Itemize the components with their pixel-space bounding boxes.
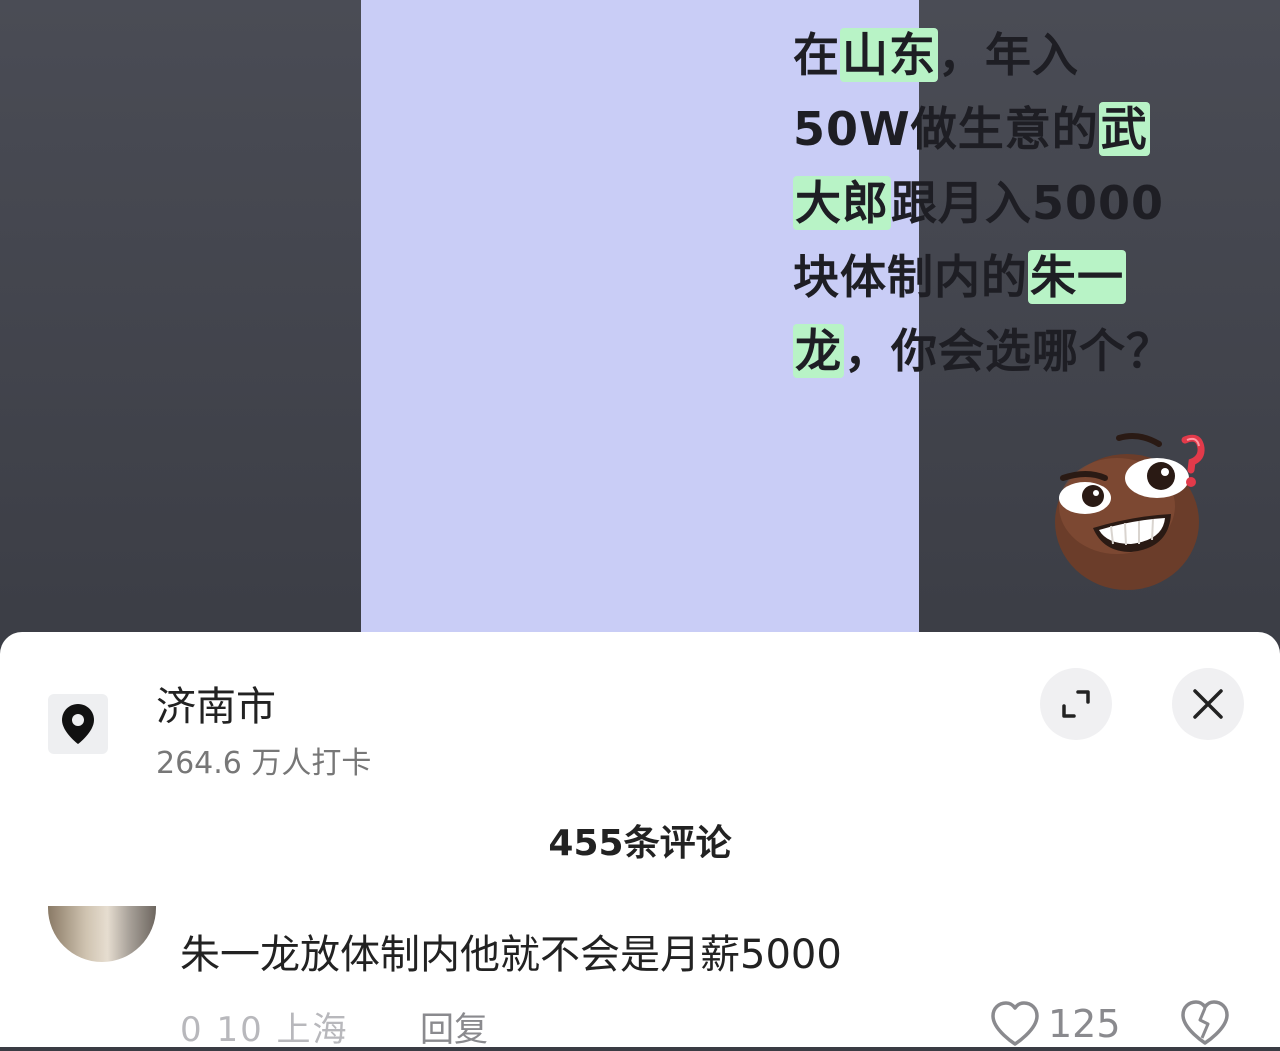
headline-line: 块体制内的朱一 — [793, 240, 1213, 314]
headline-text: 在 — [793, 28, 840, 82]
close-button[interactable] — [1172, 668, 1244, 740]
dislike-button[interactable] — [1180, 1000, 1230, 1050]
location-checkins: 264.6 万人打卡 — [156, 746, 372, 781]
headline-highlight: 大郎 — [793, 176, 891, 230]
location-pin-icon — [62, 704, 94, 744]
location-badge[interactable] — [48, 694, 108, 754]
headline-text: ，你会选哪个？ — [844, 324, 1173, 378]
headline-line: 50W做生意的武 — [793, 92, 1213, 166]
headline-text: 块体制内的 — [793, 250, 1028, 304]
like-button[interactable]: 125 — [990, 1000, 1121, 1048]
headline-text: 50W做生意的 — [793, 102, 1099, 156]
headline-highlight: 武 — [1098, 102, 1150, 156]
headline-text: 跟月入5000 — [891, 176, 1165, 230]
headline-line: 在山东，年入 — [793, 18, 1213, 92]
close-icon — [1193, 689, 1223, 719]
comment-meta: 0 10 上海 — [180, 1010, 349, 1050]
headline-text: ，年入 — [938, 28, 1079, 82]
broken-heart-icon — [1181, 1000, 1229, 1045]
headline-highlight: 山东 — [840, 28, 938, 82]
video-headline: 在山东，年入 50W做生意的武 大郎跟月入5000 块体制内的朱一 龙，你会选哪个？ — [793, 18, 1213, 388]
thinking-grin-question-emoji — [1055, 433, 1205, 590]
heart-icon — [991, 1001, 1039, 1046]
comment-count: 455条评论 — [548, 823, 732, 864]
like-count: 125 — [1048, 1002, 1121, 1046]
expand-icon — [1062, 690, 1090, 718]
headline-highlight: 朱一 — [1028, 250, 1126, 304]
headline-line: 大郎跟月入5000 — [793, 166, 1213, 240]
location-name[interactable]: 济南市 — [156, 674, 276, 732]
video-frame[interactable]: 在山东，年入 50W做生意的武大郎跟月入5000 块体制内的朱一龙，你会选哪个？ — [361, 0, 1205, 660]
headline-highlight: 龙 — [793, 324, 844, 378]
headline-line: 龙，你会选哪个？ — [793, 314, 1213, 388]
comment-text: 朱一龙放体制内他就不会是月薪5000 — [180, 932, 842, 978]
expand-button[interactable] — [1040, 668, 1112, 740]
reply-button[interactable]: 回复 — [420, 1002, 488, 1051]
